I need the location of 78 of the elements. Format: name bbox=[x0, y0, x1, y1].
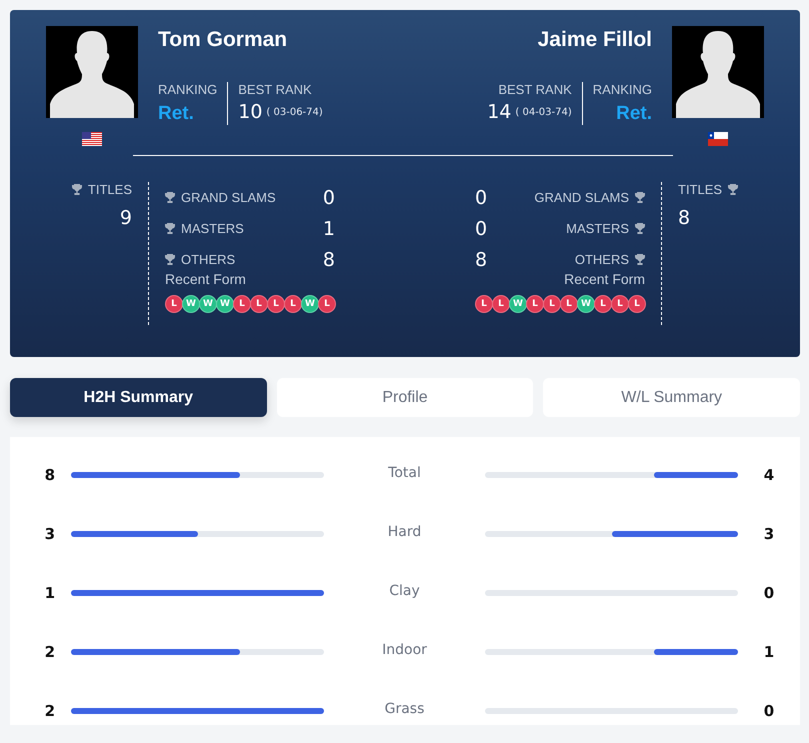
stat-value: 8 bbox=[475, 248, 488, 270]
form-result: W bbox=[509, 295, 527, 313]
surface-label: Clay bbox=[388, 582, 421, 598]
form-result: L bbox=[628, 295, 646, 313]
form-result: L bbox=[560, 295, 578, 313]
form-result: W bbox=[182, 295, 200, 313]
left-count: 3 bbox=[44, 524, 55, 542]
trophy-icon bbox=[728, 184, 738, 196]
tab[interactable]: Profile bbox=[276, 378, 534, 417]
tab[interactable]: W/L Summary bbox=[543, 378, 800, 417]
stat-label: GRAND SLAMS bbox=[534, 190, 629, 205]
titles-label: TITLES bbox=[678, 182, 722, 197]
best-rank-value: 10 bbox=[238, 101, 262, 123]
ranking-value: Ret. bbox=[158, 103, 194, 125]
trophy-icon bbox=[635, 254, 645, 266]
titles-count: 9 bbox=[120, 207, 132, 229]
form-result: L bbox=[543, 295, 561, 313]
best-rank-label: BEST RANK bbox=[238, 82, 312, 97]
player-name: Tom Gorman bbox=[158, 28, 288, 52]
stat-value: 0 bbox=[475, 218, 488, 240]
best-rank-label: BEST RANK bbox=[498, 82, 572, 97]
form-result: L bbox=[250, 295, 268, 313]
stat-label: MASTERS bbox=[566, 221, 629, 236]
right-count: 0 bbox=[764, 584, 774, 602]
form-result: L bbox=[594, 295, 612, 313]
titles-label: TITLES bbox=[88, 182, 132, 197]
flag-icon bbox=[82, 132, 102, 146]
trophy-icon bbox=[635, 222, 645, 234]
form-result: W bbox=[301, 295, 319, 313]
form-result: L bbox=[233, 295, 251, 313]
form-result: L bbox=[611, 295, 629, 313]
player-name: Jaime Fillol bbox=[538, 28, 652, 52]
right-count: 1 bbox=[764, 642, 774, 660]
tab[interactable]: H2H Summary bbox=[10, 378, 267, 417]
left-count: 1 bbox=[44, 584, 55, 602]
left-count: 2 bbox=[44, 702, 55, 720]
form-result: L bbox=[284, 295, 302, 313]
trophy-icon bbox=[165, 192, 175, 204]
stat-label: GRAND SLAMS bbox=[181, 190, 276, 205]
stat-value: 0 bbox=[322, 186, 335, 208]
ranking-value: Ret. bbox=[616, 103, 652, 125]
trophy-icon bbox=[635, 192, 645, 204]
trophy-icon bbox=[165, 254, 175, 266]
form-result: L bbox=[165, 295, 183, 313]
surface-label: Hard bbox=[386, 524, 422, 540]
trophy-icon bbox=[72, 184, 82, 196]
stat-label: OTHERS bbox=[181, 252, 236, 267]
surface-label: Indoor bbox=[381, 642, 428, 658]
form-result: L bbox=[475, 295, 493, 313]
trophy-icon bbox=[165, 222, 175, 234]
form-result: W bbox=[199, 295, 217, 313]
surface-label: Grass bbox=[384, 700, 426, 716]
stat-value: 0 bbox=[475, 186, 488, 208]
form-result: W bbox=[577, 295, 595, 313]
recent-form-label: Recent Form bbox=[165, 271, 246, 287]
flag-icon bbox=[708, 132, 728, 146]
form-result: W bbox=[216, 295, 234, 313]
left-count: 8 bbox=[44, 466, 55, 484]
form-result: L bbox=[267, 295, 285, 313]
surface-label: Total bbox=[387, 464, 422, 480]
best-rank-value: 14 bbox=[487, 101, 512, 123]
titles-count: 8 bbox=[678, 207, 690, 229]
right-count: 0 bbox=[764, 702, 774, 720]
ranking-label: RANKING bbox=[592, 82, 652, 97]
stat-label: MASTERS bbox=[181, 221, 244, 236]
best-rank-date: ( 03-06-74) bbox=[266, 107, 323, 118]
form-result: L bbox=[318, 295, 336, 313]
stat-value: 1 bbox=[322, 218, 335, 240]
stat-label: OTHERS bbox=[574, 252, 629, 267]
recent-form-label: Recent Form bbox=[564, 271, 645, 287]
stat-value: 8 bbox=[322, 248, 335, 270]
right-count: 3 bbox=[764, 524, 774, 542]
ranking-label: RANKING bbox=[158, 82, 218, 97]
right-count: 4 bbox=[764, 466, 774, 484]
best-rank-date: ( 04-03-74) bbox=[515, 107, 572, 118]
form-result: L bbox=[526, 295, 544, 313]
form-result: L bbox=[492, 295, 510, 313]
left-count: 2 bbox=[44, 642, 55, 660]
